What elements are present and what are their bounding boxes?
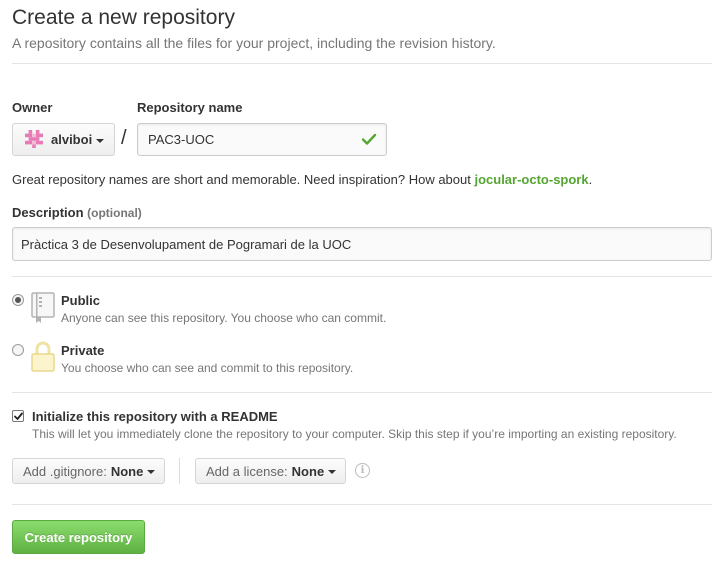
chevron-down-icon bbox=[147, 470, 156, 474]
owner-repo-separator: / bbox=[121, 127, 127, 149]
owner-dropdown[interactable]: alviboi bbox=[12, 123, 115, 156]
lock-icon bbox=[30, 341, 56, 376]
create-repository-button[interactable]: Create repository bbox=[12, 520, 145, 554]
name-hint-suffix: . bbox=[588, 172, 593, 187]
owner-label: Owner bbox=[12, 100, 53, 115]
vertical-divider bbox=[179, 458, 180, 484]
info-icon[interactable]: i bbox=[355, 463, 370, 478]
readme-description: This will let you immediately clone the … bbox=[32, 427, 677, 441]
name-hint: Great repository names are short and mem… bbox=[12, 172, 592, 187]
gitignore-label: Add .gitignore: bbox=[23, 463, 107, 479]
description-label-text: Description bbox=[12, 205, 84, 220]
page-subtitle: A repository contains all the files for … bbox=[12, 35, 496, 51]
repository-name-input[interactable] bbox=[137, 123, 387, 156]
repo-book-icon bbox=[30, 292, 56, 327]
chevron-down-icon bbox=[96, 138, 105, 143]
description-input[interactable] bbox=[12, 227, 712, 261]
owner-name: alviboi bbox=[51, 132, 93, 147]
repository-name-label: Repository name bbox=[137, 100, 243, 115]
optional-tag: (optional) bbox=[87, 206, 142, 220]
name-suggestion-link[interactable]: jocular-octo-spork bbox=[474, 172, 588, 187]
readme-title: Initialize this repository with a README bbox=[32, 409, 278, 424]
private-description: You choose who can see and commit to thi… bbox=[61, 361, 354, 375]
page-title: Create a new repository bbox=[12, 6, 235, 29]
description-label: Description (optional) bbox=[12, 205, 142, 220]
public-description: Anyone can see this repository. You choo… bbox=[61, 311, 387, 325]
readme-checkbox[interactable] bbox=[12, 410, 24, 422]
avatar bbox=[25, 129, 45, 150]
public-radio[interactable] bbox=[12, 294, 24, 306]
private-title: Private bbox=[61, 343, 105, 358]
gitignore-value: None bbox=[110, 463, 144, 479]
divider bbox=[12, 392, 712, 393]
divider bbox=[12, 276, 712, 277]
license-value: None bbox=[291, 463, 325, 479]
license-dropdown[interactable]: Add a license: None bbox=[195, 458, 346, 484]
check-icon bbox=[361, 131, 377, 147]
chevron-down-icon bbox=[328, 470, 337, 474]
license-label: Add a license: bbox=[206, 463, 288, 479]
divider bbox=[12, 63, 712, 64]
divider bbox=[12, 504, 712, 505]
gitignore-dropdown[interactable]: Add .gitignore: None bbox=[12, 458, 165, 484]
name-hint-text: Great repository names are short and mem… bbox=[12, 172, 475, 187]
public-title: Public bbox=[61, 293, 101, 308]
private-radio[interactable] bbox=[12, 344, 24, 356]
